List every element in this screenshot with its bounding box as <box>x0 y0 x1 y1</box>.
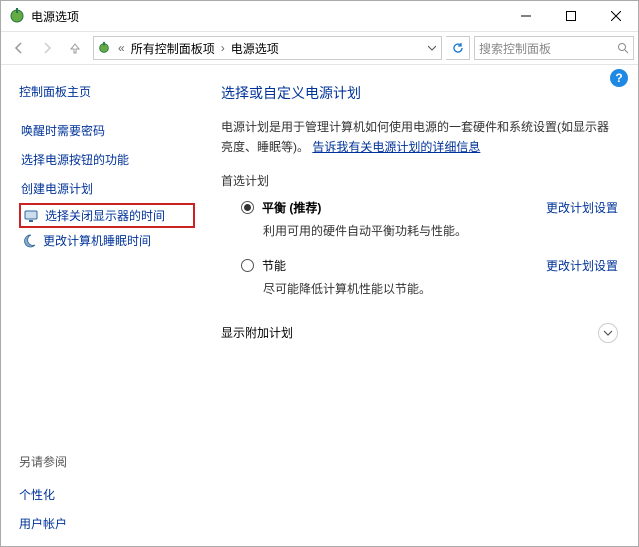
sidebar-wake-password[interactable]: 唤醒时需要密码 <box>19 116 195 145</box>
page-description: 电源计划是用于管理计算机如何使用电源的一套硬件和系统设置(如显示器亮度、睡眠等)… <box>221 117 618 158</box>
additional-plans-label: 显示附加计划 <box>221 324 293 341</box>
window-title: 电源选项 <box>31 8 503 25</box>
address-bar[interactable]: « 所有控制面板项 › 电源选项 <box>93 36 442 60</box>
sidebar-home-link[interactable]: 控制面板主页 <box>19 83 195 100</box>
maximize-button[interactable] <box>548 2 593 31</box>
plan-balanced-name: 平衡 (推荐) <box>262 199 321 216</box>
sidebar-sleep-time-label: 更改计算机睡眠时间 <box>43 232 151 249</box>
main-content: ? 选择或自定义电源计划 电源计划是用于管理计算机如何使用电源的一套硬件和系统设… <box>201 65 638 546</box>
up-button[interactable] <box>61 35 89 61</box>
breadcrumb-sep-root: « <box>114 41 129 55</box>
desc-link[interactable]: 告诉我有关电源计划的详细信息 <box>312 140 480 154</box>
expand-button[interactable] <box>598 323 618 343</box>
search-input[interactable]: 搜索控制面板 <box>474 36 634 60</box>
sidebar-personalize[interactable]: 个性化 <box>19 480 195 509</box>
plan-balanced-radio[interactable] <box>241 201 254 214</box>
see-also-label: 另请参阅 <box>19 453 195 470</box>
close-button[interactable] <box>593 2 638 31</box>
plan-balanced-change-link[interactable]: 更改计划设置 <box>546 199 618 216</box>
sidebar: 控制面板主页 唤醒时需要密码 选择电源按钮的功能 创建电源计划 选择关闭显示器的… <box>1 65 201 546</box>
breadcrumb-level1[interactable]: 所有控制面板项 <box>129 40 217 57</box>
chevron-right-icon: › <box>217 41 229 55</box>
plan-saver-name: 节能 <box>262 257 286 274</box>
plan-saver-radio[interactable] <box>241 259 254 272</box>
additional-plans-row: 显示附加计划 <box>221 323 618 343</box>
monitor-icon <box>23 208 39 224</box>
breadcrumb-level2[interactable]: 电源选项 <box>229 40 281 57</box>
power-icon <box>94 41 114 55</box>
plan-saver-desc: 尽可能降低计算机性能以节能。 <box>263 280 618 297</box>
address-dropdown[interactable] <box>423 44 441 52</box>
app-icon <box>9 8 25 24</box>
body: 控制面板主页 唤醒时需要密码 选择电源按钮的功能 创建电源计划 选择关闭显示器的… <box>1 65 638 546</box>
preferred-plans-label: 首选计划 <box>221 172 618 189</box>
sidebar-user-accounts[interactable]: 用户帐户 <box>19 509 195 538</box>
plan-saver-change-link[interactable]: 更改计划设置 <box>546 257 618 274</box>
plan-saver: 节能 更改计划设置 尽可能降低计算机性能以节能。 <box>241 257 618 297</box>
sidebar-power-button[interactable]: 选择电源按钮的功能 <box>19 145 195 174</box>
toolbar: « 所有控制面板项 › 电源选项 搜索控制面板 <box>1 31 638 65</box>
sidebar-footer: 另请参阅 个性化 用户帐户 <box>19 453 195 538</box>
sidebar-display-off-label: 选择关闭显示器的时间 <box>45 207 165 224</box>
sidebar-create-plan[interactable]: 创建电源计划 <box>19 174 195 203</box>
plan-balanced: 平衡 (推荐) 更改计划设置 利用可用的硬件自动平衡功耗与性能。 <box>241 199 618 239</box>
plan-balanced-desc: 利用可用的硬件自动平衡功耗与性能。 <box>263 222 618 239</box>
help-icon[interactable]: ? <box>610 69 628 87</box>
sidebar-display-off[interactable]: 选择关闭显示器的时间 <box>19 203 195 228</box>
titlebar: 电源选项 <box>1 1 638 31</box>
page-heading: 选择或自定义电源计划 <box>221 83 618 103</box>
minimize-button[interactable] <box>503 2 548 31</box>
search-icon <box>617 42 629 54</box>
sidebar-sleep-time[interactable]: 更改计算机睡眠时间 <box>19 228 195 253</box>
moon-icon <box>21 233 37 249</box>
back-button[interactable] <box>5 35 33 61</box>
forward-button[interactable] <box>33 35 61 61</box>
search-placeholder: 搜索控制面板 <box>479 40 617 57</box>
refresh-button[interactable] <box>446 36 470 60</box>
